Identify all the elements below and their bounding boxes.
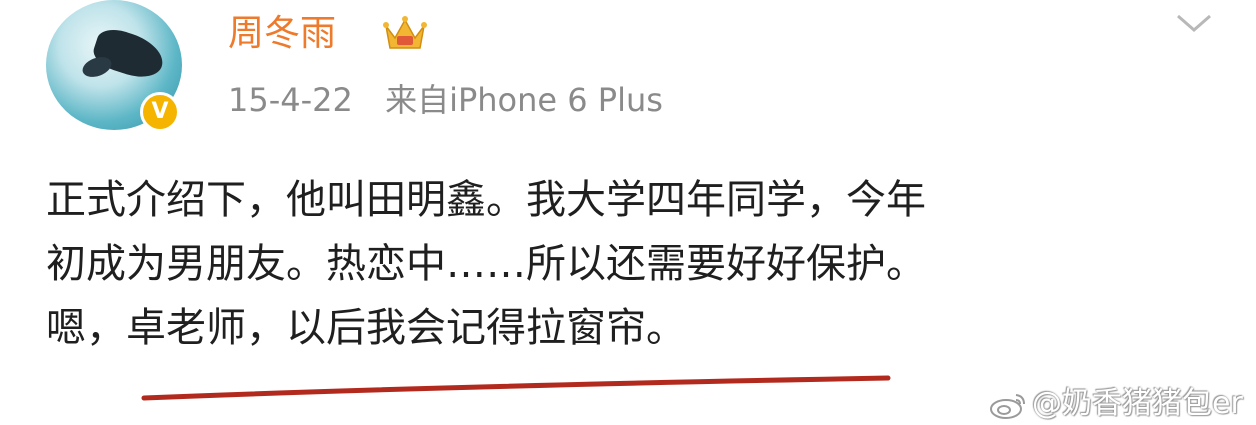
author-name[interactable]: 周冬雨 xyxy=(228,10,336,58)
watermark: @奶香猪猪包er xyxy=(988,378,1243,422)
post-meta: 15-4-22 来自iPhone 6 Plus xyxy=(228,78,663,122)
verified-v-icon: V xyxy=(140,92,180,132)
post-date[interactable]: 15-4-22 xyxy=(228,78,353,122)
post-text-line: 正式介绍下，他叫田明鑫。我大学四年同学，今年 xyxy=(46,177,926,223)
post-text: 正式介绍下，他叫田明鑫。我大学四年同学，今年 初成为男朋友。热恋中……所以还需要… xyxy=(46,168,1226,360)
post-text-line: 嗯，卓老师，以后我会记得拉窗帘。 xyxy=(46,305,686,351)
red-underline-mark xyxy=(141,375,891,401)
post-source: 来自iPhone 6 Plus xyxy=(385,81,663,119)
watermark-text: @奶香猪猪包er xyxy=(1032,386,1243,421)
weibo-logo-icon xyxy=(990,393,1025,419)
post-text-line: 初成为男朋友。热恋中……所以还需要好好保护。 xyxy=(46,241,926,287)
crown-icon xyxy=(383,16,427,49)
chevron-down-icon[interactable] xyxy=(1172,8,1216,38)
